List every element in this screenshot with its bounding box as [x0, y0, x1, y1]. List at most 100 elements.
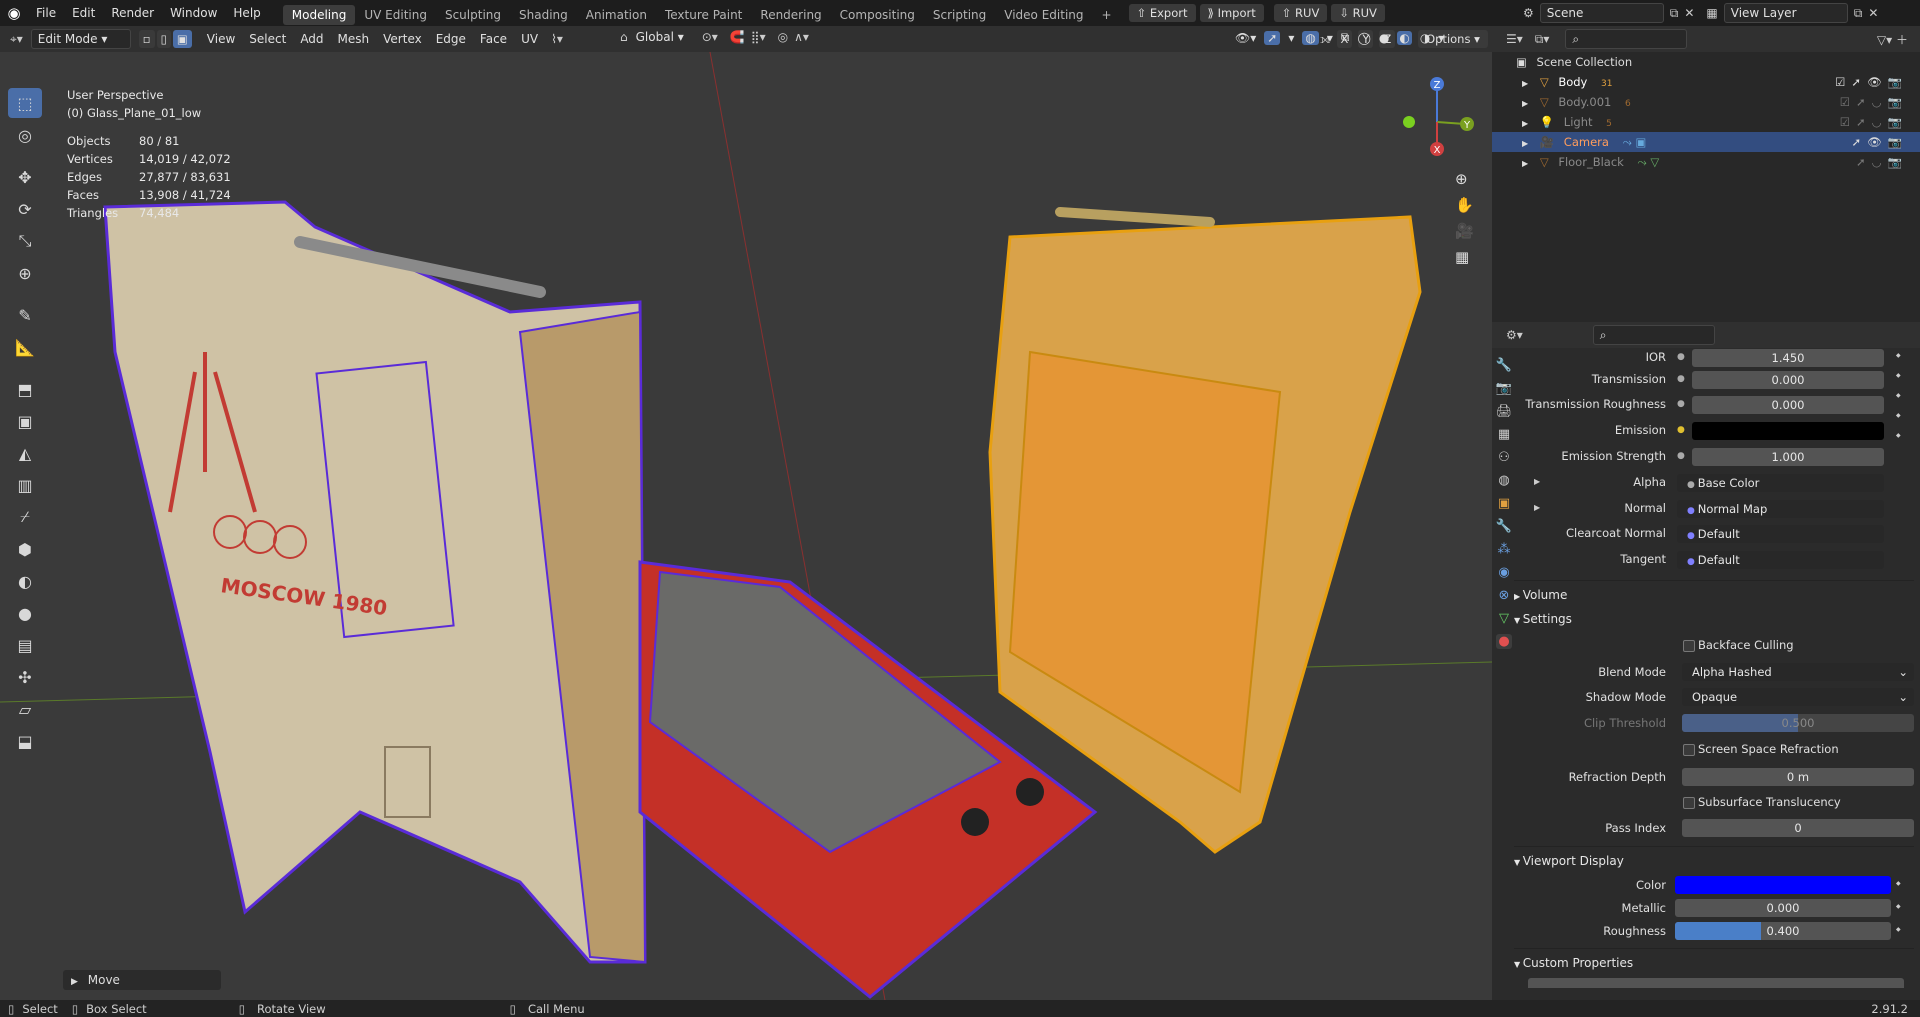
falloff-icon[interactable]: ∧▾: [794, 30, 809, 44]
keyframe-icon[interactable]: ◆: [1896, 432, 1901, 439]
tab-video-editing[interactable]: Video Editing: [995, 5, 1092, 25]
scale-tool-icon[interactable]: ⤡: [8, 226, 42, 256]
loop-cut-tool-icon[interactable]: ▥: [8, 470, 42, 500]
cursor-tool-icon[interactable]: ◎: [8, 120, 42, 150]
poly-build-tool-icon[interactable]: ⬢: [8, 534, 42, 564]
snap-icon[interactable]: 🧲: [730, 30, 745, 44]
spin-tool-icon[interactable]: ◐: [8, 566, 42, 596]
rendered-shading-icon[interactable]: ◑: [1420, 31, 1430, 45]
menu-add[interactable]: Add: [293, 32, 330, 46]
move-tool-icon[interactable]: ✥: [8, 162, 42, 192]
snap-target-icon[interactable]: ⣿▾: [751, 30, 766, 44]
ssr-checkbox[interactable]: [1683, 744, 1695, 756]
clip-threshold-slider[interactable]: 0.500: [1682, 714, 1914, 732]
tab-modeling[interactable]: Modeling: [282, 4, 356, 25]
menu-edit[interactable]: Edit: [64, 0, 103, 26]
scene-selector[interactable]: Scene: [1539, 3, 1664, 23]
mode-selector[interactable]: Edit Mode ▾: [30, 29, 131, 49]
tab-compositing[interactable]: Compositing: [831, 5, 924, 25]
viewport-color-swatch[interactable]: [1675, 876, 1891, 894]
gizmo-dropdown-icon[interactable]: ▾: [1288, 31, 1294, 45]
tab-animation[interactable]: Animation: [577, 5, 656, 25]
socket-icon[interactable]: ●: [1677, 451, 1685, 461]
measure-tool-icon[interactable]: 📐: [8, 332, 42, 362]
ior-field[interactable]: 1.450: [1692, 349, 1884, 367]
bevel-tool-icon[interactable]: ◭: [8, 438, 42, 468]
volume-panel-header[interactable]: ▶ Volume: [1514, 584, 1567, 606]
tab-uv-editing[interactable]: UV Editing: [355, 5, 436, 25]
gizmo-toggle-icon[interactable]: ➚: [1264, 30, 1281, 45]
export-button[interactable]: ⇧ Export: [1128, 4, 1196, 22]
rip-tool-icon[interactable]: ⬓: [8, 726, 42, 756]
keyframe-icon[interactable]: ◆: [1896, 412, 1901, 419]
emission-strength-field[interactable]: 1.000: [1692, 448, 1884, 466]
outliner-item-light[interactable]: ▶ 💡 Light 5 ☑➚◡📷: [1492, 112, 1920, 132]
zoom-icon[interactable]: ⊕: [1455, 170, 1474, 188]
transmission-roughness-field[interactable]: 0.000: [1692, 396, 1884, 414]
pass-index-field[interactable]: 0: [1682, 819, 1914, 837]
roughness-slider[interactable]: 0.400: [1675, 922, 1891, 940]
add-workspace-button[interactable]: +: [1093, 5, 1121, 25]
edge-select-icon[interactable]: ▯: [156, 30, 171, 48]
vertex-select-icon[interactable]: ▫: [138, 30, 155, 48]
shrink-fatten-tool-icon[interactable]: ✣: [8, 662, 42, 692]
tangent-field[interactable]: ● Default: [1677, 551, 1884, 569]
knife-tool-icon[interactable]: ⌿: [8, 502, 42, 532]
select-box-tool-icon[interactable]: ⬚: [8, 88, 42, 118]
last-operator-panel[interactable]: ▶ Move: [63, 970, 221, 990]
transmission-field[interactable]: 0.000: [1692, 371, 1884, 389]
row-toggles-icon[interactable]: ☑➚◡📷: [1840, 92, 1908, 112]
tab-shading[interactable]: Shading: [510, 5, 577, 25]
ortho-toggle-icon[interactable]: ▦: [1455, 248, 1474, 266]
ruv-export-button[interactable]: ⇧ RUV: [1273, 4, 1328, 22]
outliner-search-input[interactable]: ⌕: [1565, 29, 1688, 49]
solid-shading-icon[interactable]: ●: [1379, 31, 1389, 45]
metallic-field[interactable]: 0.000: [1675, 899, 1891, 917]
inset-tool-icon[interactable]: ▣: [8, 406, 42, 436]
shading-dropdown-icon[interactable]: ▾: [1438, 31, 1444, 45]
shear-tool-icon[interactable]: ▱: [8, 694, 42, 724]
shadow-mode-dropdown[interactable]: Opaque ⌄: [1682, 688, 1914, 706]
tab-texture-paint[interactable]: Texture Paint: [656, 5, 751, 25]
emission-color-swatch[interactable]: [1692, 422, 1884, 440]
transform-tool-icon[interactable]: ⊕: [8, 258, 42, 288]
tab-rendering[interactable]: Rendering: [751, 5, 830, 25]
socket-icon[interactable]: ●: [1677, 352, 1685, 362]
pan-hand-icon[interactable]: ✋: [1455, 196, 1474, 214]
xray-icon[interactable]: ⧉: [1341, 30, 1350, 45]
menu-face[interactable]: Face: [473, 32, 514, 46]
camera-view-icon[interactable]: 🎥: [1455, 222, 1474, 240]
constraints-tab-icon[interactable]: ⊗: [1499, 588, 1510, 603]
visibility-icon[interactable]: 👁▾: [1235, 31, 1256, 45]
expand-arrow-icon[interactable]: ▶: [1522, 119, 1528, 128]
editor-type-icon[interactable]: ⌖▾: [10, 32, 23, 47]
tab-sculpting[interactable]: Sculpting: [436, 5, 510, 25]
add-property-button[interactable]: [1528, 978, 1904, 988]
annotate-tool-icon[interactable]: ✎: [8, 300, 42, 330]
uv-sync-icon[interactable]: ⌇▾: [551, 32, 563, 46]
settings-panel-header[interactable]: ▼ Settings: [1514, 608, 1572, 630]
edge-slide-tool-icon[interactable]: ▤: [8, 630, 42, 660]
menu-help[interactable]: Help: [225, 0, 268, 26]
material-shading-icon[interactable]: ◐: [1397, 30, 1412, 45]
menu-select[interactable]: Select: [242, 32, 293, 46]
blender-logo-icon[interactable]: ◉: [0, 4, 28, 22]
wireframe-shading-icon[interactable]: ◯: [1357, 31, 1370, 45]
keyframe-icon[interactable]: ◆: [1896, 880, 1901, 887]
backface-culling-checkbox[interactable]: [1683, 640, 1695, 652]
menu-window[interactable]: Window: [162, 0, 225, 26]
new-view-layer-icon[interactable]: ⧉: [1854, 6, 1863, 21]
socket-icon[interactable]: ●: [1677, 399, 1685, 409]
import-button[interactable]: ⟫ Import: [1199, 4, 1264, 22]
pivot-icon[interactable]: ⊙▾: [702, 30, 718, 44]
ruv-import-button[interactable]: ⇩ RUV: [1331, 4, 1385, 22]
view-layer-selector[interactable]: View Layer: [1723, 3, 1848, 23]
extrude-tool-icon[interactable]: ⬒: [8, 374, 42, 404]
viewport-display-panel-header[interactable]: ▼ Viewport Display: [1514, 850, 1624, 872]
blend-mode-dropdown[interactable]: Alpha Hashed ⌄: [1682, 663, 1914, 681]
proportional-edit-icon[interactable]: ◎: [778, 30, 788, 44]
overlays-dropdown-icon[interactable]: ▾: [1327, 31, 1333, 45]
subsurface-checkbox[interactable]: [1683, 797, 1695, 809]
outliner-editor-icon[interactable]: ☰▾: [1506, 32, 1523, 46]
display-mode-icon[interactable]: ⧉▾: [1535, 32, 1550, 47]
